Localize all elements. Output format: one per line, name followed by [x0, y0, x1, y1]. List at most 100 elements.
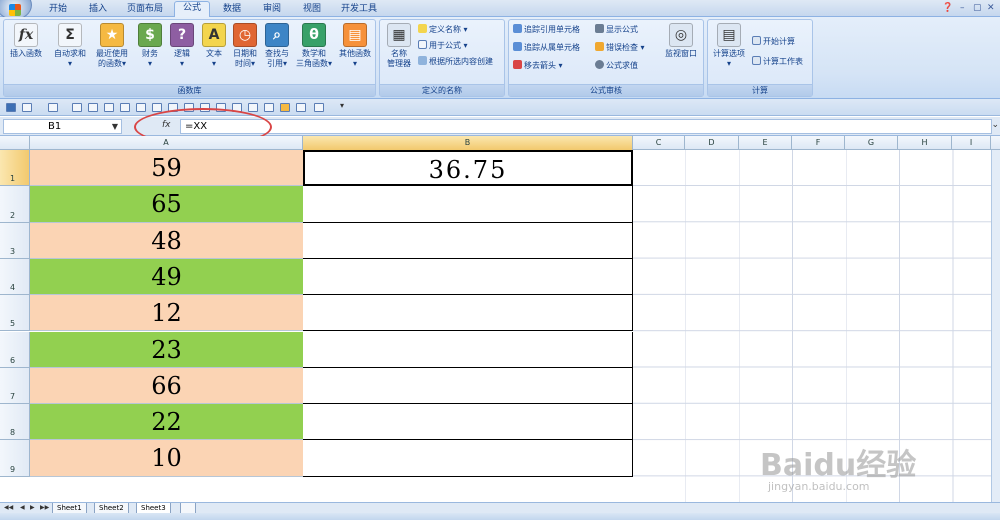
column-header-d[interactable]: D — [685, 136, 739, 150]
date-time-button[interactable]: ◷ 日期和 时间▾ — [230, 23, 260, 69]
first-sheet-icon[interactable]: ◀◀ — [4, 504, 13, 511]
cell-a[interactable]: 22 — [30, 404, 303, 441]
financial-button[interactable]: $ 财务 ▾ — [136, 23, 164, 69]
close-icon[interactable]: ✕ — [987, 3, 995, 13]
row-header[interactable]: 9 — [0, 440, 30, 477]
name-manager-button[interactable]: ▦ 名称 管理器 — [382, 23, 416, 69]
evaluate-formula-button[interactable]: 公式求值 — [595, 60, 638, 74]
last-sheet-icon[interactable]: ▶▶ — [40, 504, 49, 511]
column-header-f[interactable]: F — [792, 136, 845, 150]
row-header[interactable]: 1 — [0, 150, 30, 187]
group-formula-auditing: 追踪引用单元格 追踪从属单元格 移去箭头 ▾ 显示公式 错误检查 ▾ 公式求值 … — [508, 19, 704, 97]
row-header[interactable]: 4 — [0, 258, 30, 296]
tab-page-layout[interactable]: 页面布局 — [124, 3, 166, 17]
remove-arrows-button[interactable]: 移去箭头 ▾ — [513, 60, 563, 74]
tab-formulas[interactable]: 公式 — [174, 1, 210, 18]
link-icon[interactable] — [248, 103, 258, 112]
cell-b[interactable] — [303, 295, 633, 332]
trace-dependents-button[interactable]: 追踪从属单元格 — [513, 42, 580, 56]
fx-icon: fx — [14, 23, 38, 47]
column-header-i[interactable]: I — [952, 136, 991, 150]
wand-icon[interactable] — [314, 103, 324, 112]
name-box[interactable]: B1 ▼ — [3, 119, 122, 134]
cell-a[interactable]: 49 — [30, 258, 303, 296]
copy-icon[interactable] — [152, 103, 162, 112]
cell-b[interactable] — [303, 331, 633, 368]
tab-view[interactable]: 视图 — [298, 3, 326, 17]
redo-icon[interactable] — [48, 103, 58, 112]
more-functions-button[interactable]: ▤ 其他函数 ▾ — [336, 23, 374, 69]
cell-b-selected[interactable]: 36.75 — [303, 150, 633, 187]
cell-a[interactable]: 59 — [30, 150, 303, 187]
cell-a[interactable]: 23 — [30, 331, 303, 368]
create-from-selection-button[interactable]: 根据所选内容创建 — [418, 56, 493, 70]
cell-b[interactable] — [303, 404, 633, 441]
row-header[interactable]: 6 — [0, 331, 30, 368]
print-icon[interactable] — [136, 103, 146, 112]
quick-access-toolbar: ▾ — [0, 99, 1000, 116]
cell-a[interactable]: 48 — [30, 222, 303, 259]
calculation-options-button[interactable]: ▤ 计算选项 ▾ — [710, 23, 748, 69]
next-sheet-icon[interactable]: ▶ — [30, 504, 35, 511]
new-file-icon[interactable] — [72, 103, 82, 112]
logical-button[interactable]: ? 逻辑 ▾ — [168, 23, 196, 69]
cell-b[interactable] — [303, 367, 633, 405]
lookup-reference-button[interactable]: ⌕ 查找与 引用▾ — [262, 23, 292, 69]
row-header[interactable]: 7 — [0, 367, 30, 405]
zoom-icon[interactable] — [280, 103, 290, 112]
cell-b[interactable] — [303, 440, 633, 477]
prev-sheet-icon[interactable]: ◀ — [20, 504, 25, 511]
show-formulas-button[interactable]: 显示公式 — [595, 24, 638, 38]
cell-a[interactable]: 65 — [30, 186, 303, 223]
error-checking-button[interactable]: 错误检查 ▾ — [595, 42, 645, 56]
trace-precedents-button[interactable]: 追踪引用单元格 — [513, 24, 580, 38]
tab-developer[interactable]: 开发工具 — [338, 3, 380, 17]
vertical-scrollbar[interactable] — [991, 150, 1000, 502]
insert-function-button[interactable]: fx 插入函数 — [8, 23, 44, 59]
row-header[interactable]: 2 — [0, 186, 30, 223]
column-header-c[interactable]: C — [633, 136, 685, 150]
autosum-button[interactable]: Σ 自动求和 ▾ — [52, 23, 88, 69]
formula-input[interactable]: =XX — [180, 119, 992, 134]
recently-used-button[interactable]: ★ 最近使用 的函数▾ — [92, 23, 132, 69]
cell-b[interactable] — [303, 186, 633, 223]
help-icon[interactable]: ❓ — [942, 3, 953, 13]
open-file-icon[interactable] — [88, 103, 98, 112]
cell-b[interactable] — [303, 258, 633, 296]
row-header[interactable]: 3 — [0, 222, 30, 259]
calculate-now-button[interactable]: 开始计算 — [752, 36, 795, 50]
print-preview-icon[interactable] — [120, 103, 130, 112]
chart-wizard-icon[interactable] — [296, 103, 306, 112]
cell-a[interactable]: 12 — [30, 295, 303, 332]
customize-toolbar-icon[interactable]: ▾ — [340, 101, 350, 110]
calculate-sheet-button[interactable]: 计算工作表 — [752, 56, 803, 70]
save-icon[interactable] — [6, 103, 16, 112]
expand-formula-bar-icon[interactable]: ⌄ — [991, 120, 999, 130]
tab-insert[interactable]: 插入 — [84, 3, 112, 17]
name-box-dropdown-icon[interactable]: ▼ — [112, 120, 118, 133]
tab-home[interactable]: 开始 — [44, 3, 72, 17]
column-header-h[interactable]: H — [898, 136, 952, 150]
column-header-g[interactable]: G — [845, 136, 898, 150]
column-header-e[interactable]: E — [739, 136, 792, 150]
minimize-icon[interactable]: – — [960, 3, 965, 13]
cell-a[interactable]: 66 — [30, 367, 303, 405]
row-header[interactable]: 8 — [0, 404, 30, 441]
row-header[interactable]: 5 — [0, 295, 30, 332]
cell-b[interactable] — [303, 222, 633, 259]
cell-a[interactable]: 10 — [30, 440, 303, 477]
sort-icon[interactable] — [104, 103, 114, 112]
column-header-b[interactable]: B — [303, 136, 633, 150]
paint-icon[interactable] — [264, 103, 274, 112]
tab-data[interactable]: 数据 — [218, 3, 246, 17]
watch-window-button[interactable]: ◎ 监视窗口 — [661, 23, 701, 59]
undo-icon[interactable] — [22, 103, 32, 112]
restore-icon[interactable]: ▢ — [973, 3, 982, 13]
define-name-button[interactable]: 定义名称 ▾ — [418, 24, 468, 38]
tab-review[interactable]: 审阅 — [258, 3, 286, 17]
use-in-formula-button[interactable]: 用于公式 ▾ — [418, 40, 468, 54]
column-header-a[interactable]: A — [30, 136, 303, 150]
select-all-corner[interactable] — [0, 136, 30, 150]
text-button[interactable]: A 文本 ▾ — [200, 23, 228, 69]
math-trig-button[interactable]: θ 数学和 三角函数▾ — [294, 23, 334, 69]
